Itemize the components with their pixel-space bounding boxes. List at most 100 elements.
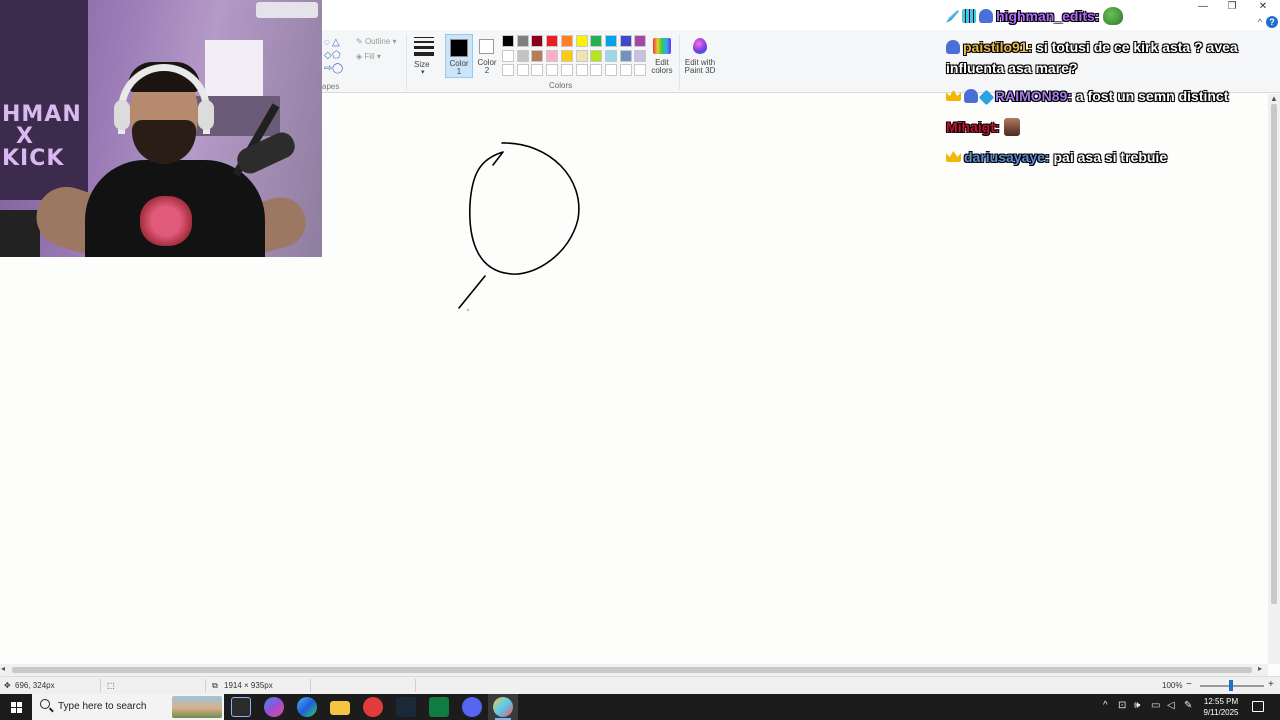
palette-swatch[interactable] bbox=[560, 64, 573, 76]
palette-swatch[interactable] bbox=[502, 64, 514, 76]
start-button[interactable] bbox=[0, 694, 32, 720]
pepe-emote-icon bbox=[1103, 7, 1124, 25]
palette-swatch[interactable] bbox=[634, 35, 647, 47]
zoom-out-button[interactable]: − bbox=[1186, 679, 1192, 690]
palette-swatch[interactable] bbox=[634, 49, 647, 62]
headset-right-ear bbox=[198, 100, 214, 130]
chat-message: Mihaigt: bbox=[946, 117, 1272, 138]
palette-swatch[interactable] bbox=[619, 64, 632, 76]
sub-badge-icon bbox=[979, 9, 993, 23]
vertical-scroll-thumb[interactable] bbox=[1271, 104, 1277, 604]
fill-dropdown[interactable]: ◈ Fill ▾ bbox=[356, 52, 381, 61]
size-lines-icon bbox=[414, 37, 434, 59]
shape-curve-icon[interactable]: ◌ bbox=[324, 37, 330, 48]
shape-rhombus-icon[interactable]: ◇ bbox=[324, 50, 332, 61]
palette-swatch[interactable] bbox=[604, 49, 617, 62]
palette-swatch[interactable] bbox=[619, 35, 632, 47]
chat-message: RAIMON89: a fost un semn distinct bbox=[946, 86, 1272, 107]
palette-swatch[interactable] bbox=[516, 35, 529, 47]
palette-swatch[interactable] bbox=[590, 49, 603, 62]
clock-date: 9/11/2025 bbox=[1203, 708, 1239, 717]
palette-swatch[interactable] bbox=[502, 35, 514, 47]
box-badge-icon bbox=[978, 89, 995, 106]
shapes-group: ◌ △ ◇ ⬠ ⇨ ◯ ✎ Outline ▾ ◈ Fill ▾ apes bbox=[322, 32, 407, 91]
vertical-scrollbar[interactable]: ▲ bbox=[1268, 94, 1280, 664]
chat-message: dariusayaye: pai asa si trebuie bbox=[946, 147, 1272, 168]
color2-label: Color 2 bbox=[477, 58, 497, 75]
palette-swatch[interactable] bbox=[575, 35, 588, 47]
palette-swatch[interactable] bbox=[516, 64, 529, 76]
notification-icon[interactable] bbox=[1252, 701, 1264, 712]
palette-swatch[interactable] bbox=[531, 64, 544, 76]
copilot-icon[interactable] bbox=[264, 697, 284, 717]
speaker-icon[interactable]: ◁ bbox=[1167, 700, 1175, 711]
palette-swatch[interactable] bbox=[604, 64, 617, 76]
pen-icon[interactable]: ✎ bbox=[1184, 700, 1192, 711]
air-conditioner bbox=[256, 2, 318, 18]
file-explorer-icon[interactable] bbox=[330, 701, 350, 715]
shape-pentagon-icon[interactable]: ⬠ bbox=[332, 50, 341, 61]
palette-swatch[interactable] bbox=[575, 49, 588, 62]
palette-swatch[interactable] bbox=[546, 64, 559, 76]
color2-button[interactable]: Color 2 bbox=[474, 34, 500, 78]
wall-poster: HMAN X KICK bbox=[0, 0, 88, 200]
palette-swatch[interactable] bbox=[604, 35, 617, 47]
chat-text: pai asa si trebuie bbox=[1053, 149, 1168, 165]
network-icon[interactable]: ▭ bbox=[1151, 700, 1160, 711]
status-bar: ✥ 696, 324px ⬚ ⧉ 1914 × 935px 100% − + bbox=[0, 676, 1280, 694]
zoom-in-button[interactable]: + bbox=[1268, 679, 1274, 690]
scroll-right-icon[interactable]: ▸ bbox=[1258, 664, 1262, 673]
scroll-left-icon[interactable]: ◂ bbox=[1, 664, 5, 673]
sub-badge-icon bbox=[946, 40, 960, 54]
shape-triangle-icon[interactable]: △ bbox=[332, 37, 340, 48]
chat-username: Mihaigt: bbox=[946, 119, 1000, 135]
color1-swatch bbox=[450, 39, 468, 57]
taskbar: Type here to search ^ ⊡ 🕪 ▭ ◁ ✎ 12:55 PM… bbox=[0, 694, 1280, 720]
selection-size-icon: ⬚ bbox=[107, 681, 115, 690]
size-button[interactable]: Size ▾ bbox=[410, 34, 438, 78]
palette-swatch[interactable] bbox=[546, 49, 559, 62]
chrome-icon[interactable] bbox=[363, 697, 383, 717]
tray-app-icon[interactable]: ⊡ bbox=[1118, 700, 1126, 711]
palette-swatch[interactable] bbox=[546, 35, 559, 47]
palette-swatch[interactable] bbox=[560, 35, 573, 47]
poster-text-line2: X bbox=[16, 124, 34, 149]
palette-swatch[interactable] bbox=[531, 35, 544, 47]
steam-icon[interactable] bbox=[396, 697, 416, 717]
colors-group-label: Colors bbox=[549, 81, 573, 90]
edit-colors-button[interactable]: Edit colors bbox=[650, 34, 674, 78]
horizontal-scrollbar[interactable]: ◂ ▸ bbox=[0, 664, 1268, 676]
ribbon-separator bbox=[679, 34, 680, 90]
poster-text-line1: HMAN bbox=[2, 102, 82, 127]
sword-badge-icon bbox=[946, 10, 959, 23]
palette-swatch[interactable] bbox=[560, 49, 573, 62]
palette-swatch[interactable] bbox=[516, 49, 529, 62]
image-size: 1914 × 935px bbox=[224, 681, 273, 690]
outline-dropdown[interactable]: ✎ Outline ▾ bbox=[356, 37, 397, 46]
poster-text-line3: KICK bbox=[2, 146, 65, 171]
volume-icon[interactable]: 🕪 bbox=[1134, 700, 1140, 711]
palette-swatch[interactable] bbox=[619, 49, 632, 62]
color1-button[interactable]: Color 1 bbox=[445, 34, 473, 78]
edge-icon[interactable] bbox=[297, 697, 317, 717]
taskbar-search[interactable]: Type here to search bbox=[32, 694, 224, 720]
drawn-tail-stroke bbox=[458, 275, 486, 309]
paint-icon[interactable] bbox=[493, 697, 513, 717]
palette-swatch[interactable] bbox=[634, 64, 647, 76]
zoom-slider-thumb[interactable] bbox=[1229, 680, 1233, 691]
color-palette bbox=[502, 35, 650, 79]
palette-swatch[interactable] bbox=[502, 49, 514, 62]
horizontal-scroll-thumb[interactable] bbox=[12, 667, 1252, 673]
palette-swatch[interactable] bbox=[531, 49, 544, 62]
palette-swatch[interactable] bbox=[590, 35, 603, 47]
palette-swatch[interactable] bbox=[575, 64, 588, 76]
task-view-icon[interactable] bbox=[231, 697, 251, 717]
taskbar-clock[interactable]: 12:55 PM 9/11/2025 bbox=[1198, 696, 1244, 718]
palette-swatch[interactable] bbox=[590, 64, 603, 76]
tray-overflow-icon[interactable]: ^ bbox=[1103, 700, 1108, 711]
shape-callout-icon[interactable]: ◯ bbox=[332, 63, 343, 74]
monitor-edge bbox=[0, 210, 40, 257]
edit-with-paint3d-button[interactable]: Edit with Paint 3D bbox=[683, 34, 717, 78]
xbox-icon[interactable] bbox=[429, 697, 449, 717]
discord-icon[interactable] bbox=[462, 697, 482, 717]
